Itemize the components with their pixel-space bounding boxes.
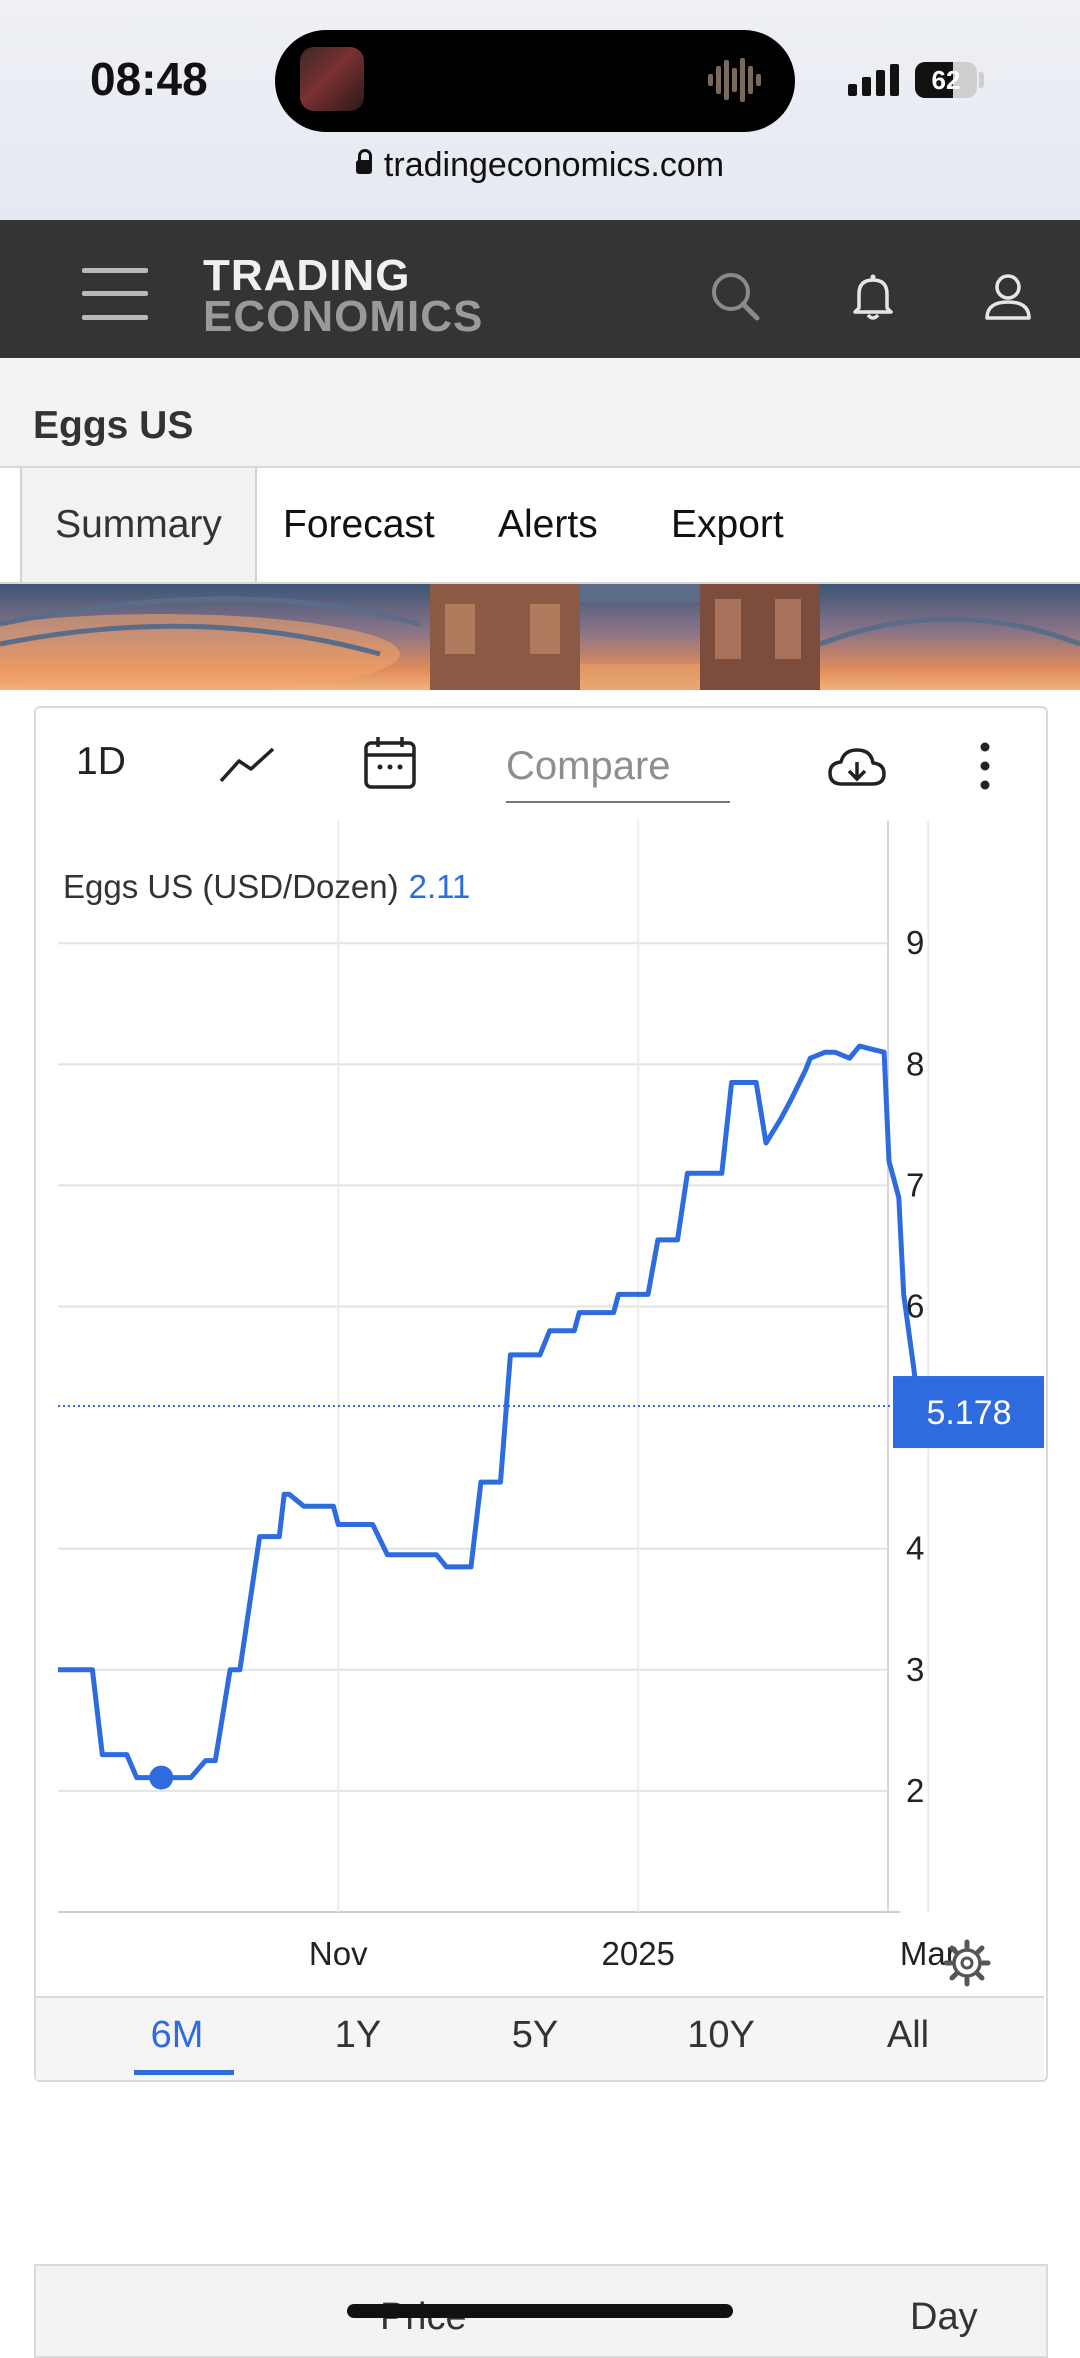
price-chart[interactable]: 2346789Nov 2025 Mar 5.178 xyxy=(34,808,1044,1996)
page-title: Eggs US xyxy=(33,404,194,447)
range-5y[interactable]: 5Y xyxy=(480,2014,590,2057)
last-value-label: 5.178 xyxy=(926,1394,1011,1432)
chart-title: Eggs US (USD/Dozen) 2.11 xyxy=(63,868,470,906)
compare-input[interactable]: Compare xyxy=(506,744,730,803)
chart-current-value: 2.11 xyxy=(408,868,471,905)
y-tick-label: 9 xyxy=(906,924,924,961)
line-chart-type-icon[interactable] xyxy=(217,737,277,797)
status-time: 08:48 xyxy=(90,53,208,105)
url-text: tradingeconomics.com xyxy=(383,146,725,184)
banner-image xyxy=(0,584,1080,690)
range-all[interactable]: All xyxy=(853,2014,963,2057)
x-tick-label: 2025 xyxy=(601,1935,674,1972)
calendar-icon[interactable] xyxy=(360,733,420,793)
tower-bridge-illustration xyxy=(0,584,1080,690)
chart-title-text: Eggs US (USD/Dozen) xyxy=(63,868,399,905)
more-options-icon[interactable] xyxy=(955,737,1015,797)
battery-percent: 62 xyxy=(931,65,961,95)
cloud-download-icon[interactable] xyxy=(826,738,888,798)
tab-export[interactable]: Export xyxy=(671,468,784,582)
interval-selector[interactable]: 1D xyxy=(76,740,126,784)
x-tick-label: Nov xyxy=(309,1935,368,1972)
range-active-indicator xyxy=(134,2070,234,2075)
menu-icon[interactable] xyxy=(82,268,148,320)
settings-icon[interactable] xyxy=(943,1939,991,1987)
x-tick-label: Mar xyxy=(900,1935,957,1972)
y-tick-label: 7 xyxy=(906,1166,924,1203)
tab-forecast[interactable]: Forecast xyxy=(283,468,435,582)
site-header xyxy=(0,220,1080,358)
y-tick-label: 3 xyxy=(906,1651,924,1688)
logo-line2[interactable]: ECONOMICS xyxy=(203,295,483,339)
y-tick-label: 2 xyxy=(906,1772,924,1809)
audio-waveform-icon xyxy=(708,58,761,102)
search-icon[interactable] xyxy=(707,268,763,324)
series-line xyxy=(58,1043,973,1781)
tab-summary[interactable]: Summary xyxy=(20,468,257,582)
y-tick-label: 8 xyxy=(906,1045,924,1082)
range-1y[interactable]: 1Y xyxy=(303,2014,413,2057)
range-10y[interactable]: 10Y xyxy=(666,2014,776,2057)
lock-icon xyxy=(355,149,372,175)
column-day: Day xyxy=(910,2296,978,2338)
now-playing-artwork[interactable] xyxy=(300,47,364,111)
signal-icon xyxy=(848,64,899,96)
tab-alerts[interactable]: Alerts xyxy=(498,468,598,582)
range-6m[interactable]: 6M xyxy=(122,2014,232,2057)
home-indicator[interactable] xyxy=(347,2304,733,2318)
bell-icon[interactable] xyxy=(845,268,901,324)
y-tick-label: 4 xyxy=(906,1530,924,1567)
battery-cap xyxy=(979,72,984,88)
address-bar[interactable]: tradingeconomics.com xyxy=(0,146,1080,185)
current-value-marker xyxy=(149,1765,174,1790)
user-icon[interactable] xyxy=(980,268,1036,324)
